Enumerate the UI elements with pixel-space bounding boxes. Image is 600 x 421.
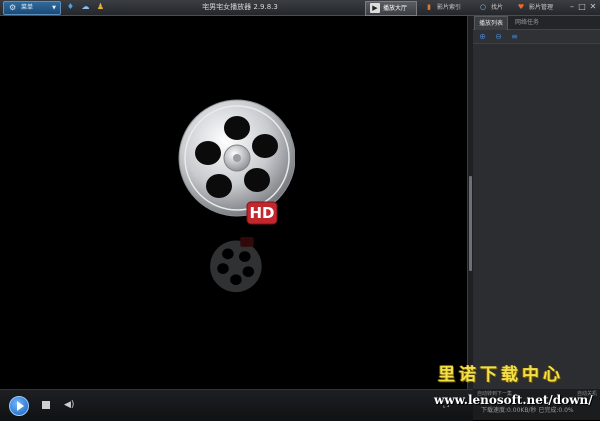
playlist-body[interactable] (475, 45, 598, 385)
watermark-name: 里诺下载中心 (438, 365, 564, 385)
tab-playlist[interactable]: 播放列表 (474, 16, 509, 30)
list-icon[interactable]: ≡ (510, 32, 519, 41)
play-hall-icon: ▶ (370, 3, 380, 13)
volume-icon[interactable]: ◀) (64, 399, 76, 411)
divider-handle[interactable] (469, 176, 472, 271)
tab-label: 找片 (491, 4, 504, 11)
close-icon[interactable]: ✕ (588, 2, 598, 12)
tab-film-manage[interactable]: ♥ 影片管理 (512, 1, 562, 14)
control-bar: ◀) ⛶ (0, 389, 473, 421)
gem-icon[interactable]: ♦ (66, 2, 75, 11)
film-reel-reflection (210, 237, 262, 293)
chevron-down-icon: ▼ (52, 5, 56, 11)
tab-label: 播放大厅 (383, 5, 408, 12)
add-icon[interactable]: ⊕ (478, 32, 487, 41)
title-bar: ⚙ 菜单 ▼ ♦ ☁ ♟ 宅男宅女播放器 2.9.8.3 ▶ 播放大厅 ▮ 影片索引… (0, 0, 600, 16)
search-icon: ○ (479, 3, 487, 11)
app-title: 宅男宅女播放器 2.9.8.3 (202, 3, 278, 11)
users-icon[interactable]: ♟ (96, 2, 105, 11)
menu-label: 菜单 (21, 4, 34, 11)
tab-find-film[interactable]: ○ 找片 (474, 1, 510, 14)
panel-tabs: 播放列表 网络任务 (473, 16, 600, 30)
hd-badge: HD (249, 204, 274, 222)
film-manage-icon: ♥ (517, 3, 525, 11)
tab-film-index[interactable]: ▮ 影片索引 (420, 1, 472, 14)
tab-label: 影片索引 (437, 4, 462, 11)
playlist-toolbar: ⊕ ⊖ ≡ (473, 30, 600, 44)
tab-label: 影片管理 (529, 4, 554, 11)
playlist-panel: 播放列表 网络任务 ⊕ ⊖ ≡ (473, 16, 600, 389)
watermark-url: www.lenosoft.net/down/ (434, 393, 593, 407)
stop-button[interactable] (42, 401, 50, 409)
cloud-icon[interactable]: ☁ (81, 2, 90, 11)
remove-icon[interactable]: ⊖ (494, 32, 503, 41)
film-reel-logo: HD (178, 99, 295, 225)
maximize-icon[interactable]: □ (577, 2, 587, 12)
tab-play-hall[interactable]: ▶ 播放大厅 (365, 1, 417, 16)
gear-icon: ⚙ (9, 3, 17, 12)
play-button[interactable] (9, 396, 29, 416)
film-index-icon: ▮ (427, 3, 431, 11)
tab-network-tasks[interactable]: 网络任务 (511, 16, 543, 29)
menu-button[interactable]: ⚙ 菜单 ▼ (3, 1, 61, 15)
minimize-icon[interactable]: – (567, 2, 577, 12)
